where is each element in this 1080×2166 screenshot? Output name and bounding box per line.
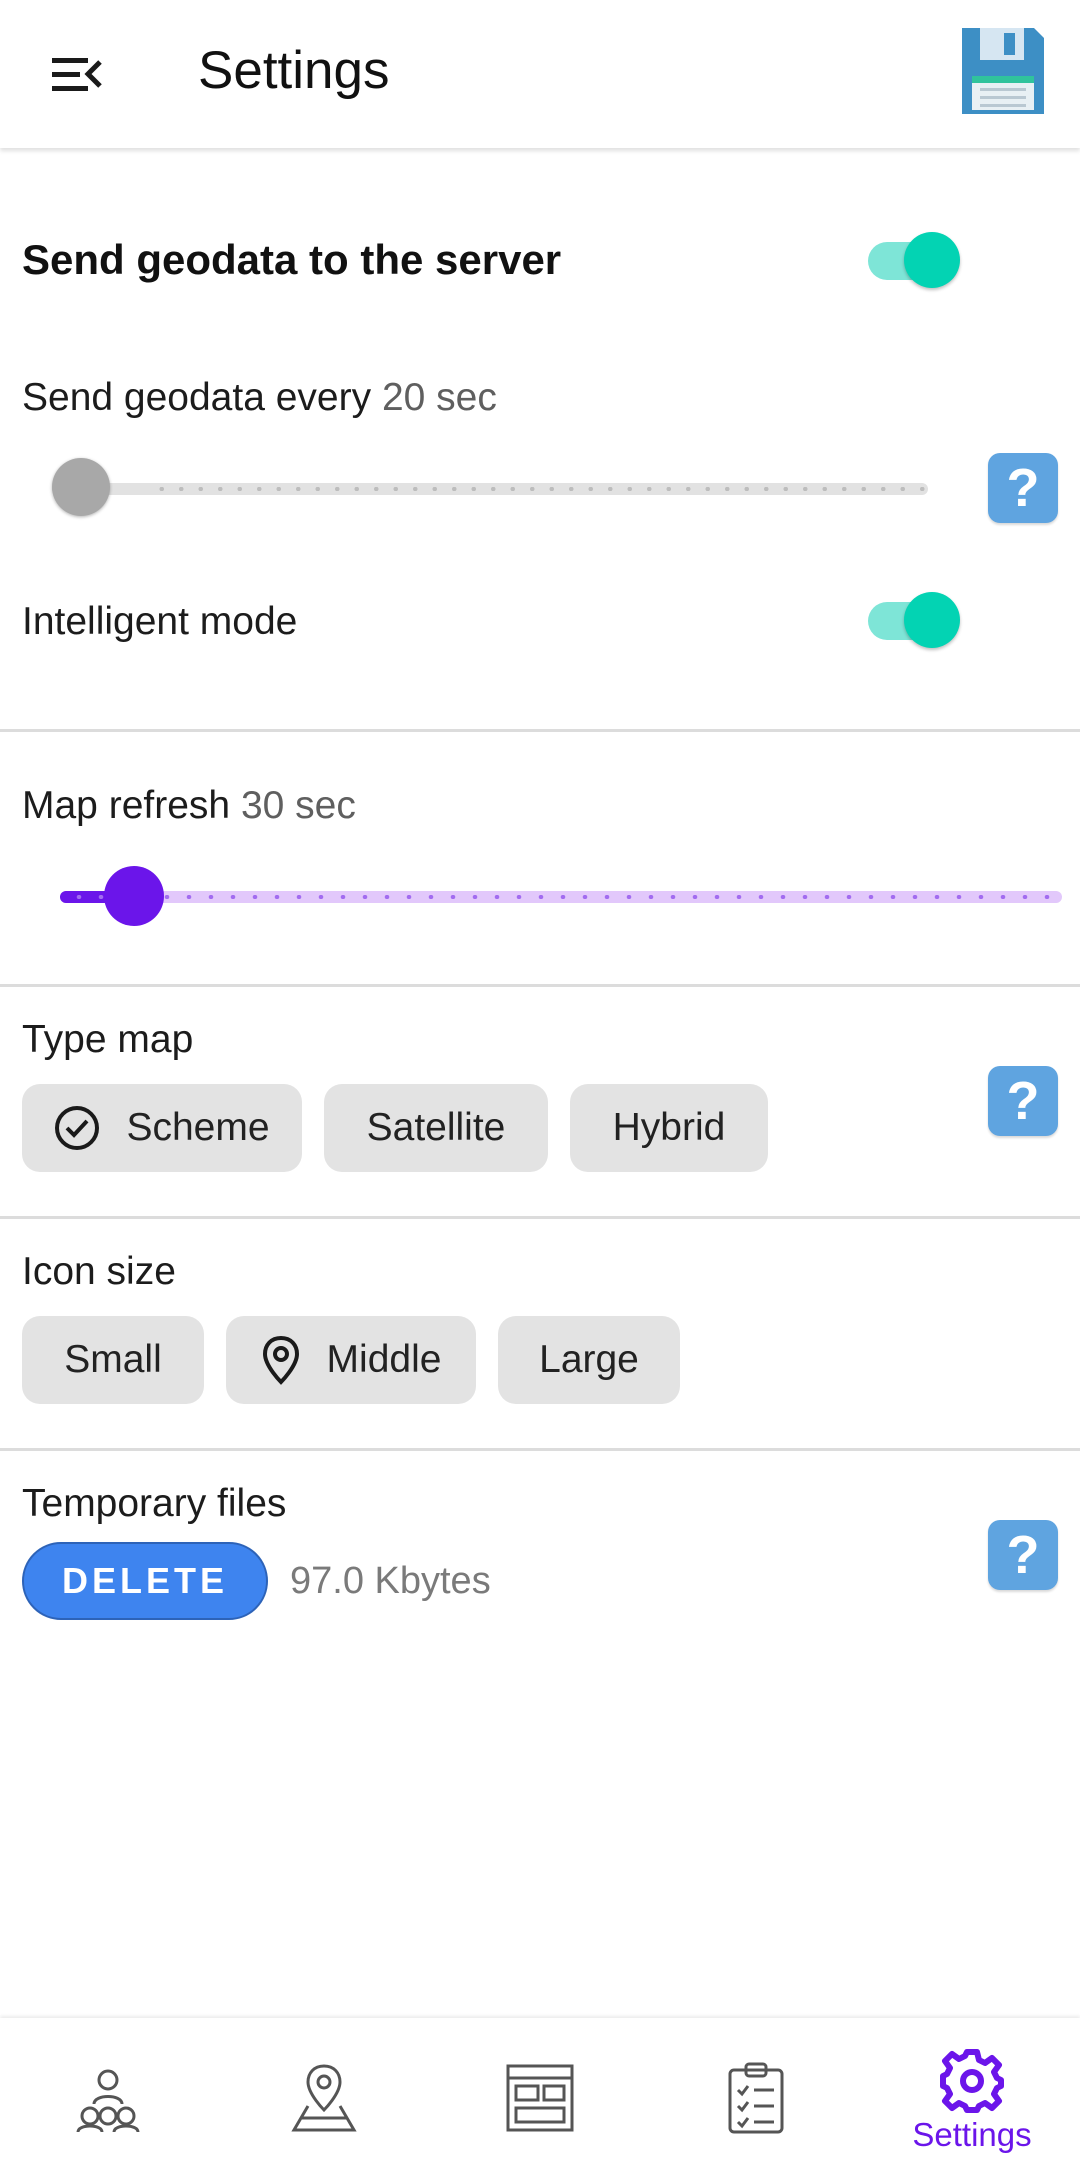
temp-files-size: 97.0 Kbytes (290, 1560, 491, 1602)
chip-label: Scheme (126, 1106, 270, 1149)
nav-item-map[interactable] (216, 2018, 432, 2166)
check-circle-icon (54, 1105, 100, 1151)
map-location-icon (291, 2064, 357, 2132)
map-refresh-text: Map refresh (22, 784, 231, 827)
geodata-interval-text: Send geodata every (22, 376, 372, 419)
map-refresh-label: Map refresh 30 sec (22, 784, 356, 828)
nav-item-checklist[interactable] (648, 2018, 864, 2166)
send-geodata-toggle[interactable] (868, 228, 968, 288)
divider (0, 1448, 1080, 1451)
app-bar: Settings (0, 0, 1080, 148)
divider (0, 1216, 1080, 1219)
temp-files-title: Temporary files (22, 1482, 287, 1525)
intelligent-mode-label: Intelligent mode (22, 600, 298, 643)
intelligent-mode-toggle[interactable] (868, 588, 968, 648)
geodata-help-button[interactable]: ? (988, 453, 1058, 523)
menu-collapse-icon[interactable] (40, 44, 112, 104)
type-map-chip-satellite[interactable]: Satellite (324, 1084, 548, 1172)
chip-label: Small (64, 1338, 162, 1381)
toggle-thumb (904, 232, 960, 288)
slider-ticks (152, 487, 928, 491)
nav-item-people[interactable] (0, 2018, 216, 2166)
slider-thumb[interactable] (52, 458, 110, 516)
divider (0, 729, 1080, 732)
slider-ticks (68, 895, 1062, 899)
chip-label: Large (539, 1338, 639, 1381)
type-map-title: Type map (22, 1018, 194, 1061)
map-refresh-value: 30 sec (240, 784, 356, 827)
geodata-interval-slider[interactable] (52, 458, 932, 518)
geodata-interval-label: Send geodata every 20 sec (22, 376, 497, 420)
people-group-icon (76, 2069, 140, 2133)
type-map-help-button[interactable]: ? (988, 1066, 1058, 1136)
divider (0, 984, 1080, 987)
location-pin-icon (261, 1335, 301, 1385)
gear-icon (940, 2049, 1004, 2113)
toggle-thumb (904, 592, 960, 648)
chip-label: Satellite (366, 1106, 506, 1149)
nav-label-settings: Settings (912, 2116, 1032, 2153)
chip-label: Middle (326, 1338, 442, 1381)
temp-files-help-button[interactable]: ? (988, 1520, 1058, 1590)
icon-size-chip-middle[interactable]: Middle (226, 1316, 476, 1404)
type-map-chip-hybrid[interactable]: Hybrid (570, 1084, 768, 1172)
icon-size-chip-small[interactable]: Small (22, 1316, 204, 1404)
map-refresh-slider[interactable] (60, 866, 1062, 926)
delete-button[interactable]: DELETE (22, 1542, 268, 1620)
type-map-chip-scheme[interactable]: Scheme (22, 1084, 302, 1172)
floppy-disk-icon[interactable] (958, 24, 1048, 120)
icon-size-title: Icon size (22, 1250, 176, 1293)
nav-item-dashboard[interactable] (432, 2018, 648, 2166)
geodata-interval-value: 20 sec (381, 376, 497, 419)
bottom-navigation: Settings (0, 2018, 1080, 2166)
nav-item-settings[interactable]: Settings (864, 2018, 1080, 2166)
send-geodata-title: Send geodata to the server (22, 236, 562, 283)
page-title: Settings (198, 41, 390, 100)
checklist-icon (728, 2062, 784, 2134)
icon-size-chip-large[interactable]: Large (498, 1316, 680, 1404)
dashboard-layout-icon (506, 2064, 574, 2132)
chip-label: Hybrid (612, 1106, 726, 1149)
slider-thumb[interactable] (104, 866, 164, 926)
